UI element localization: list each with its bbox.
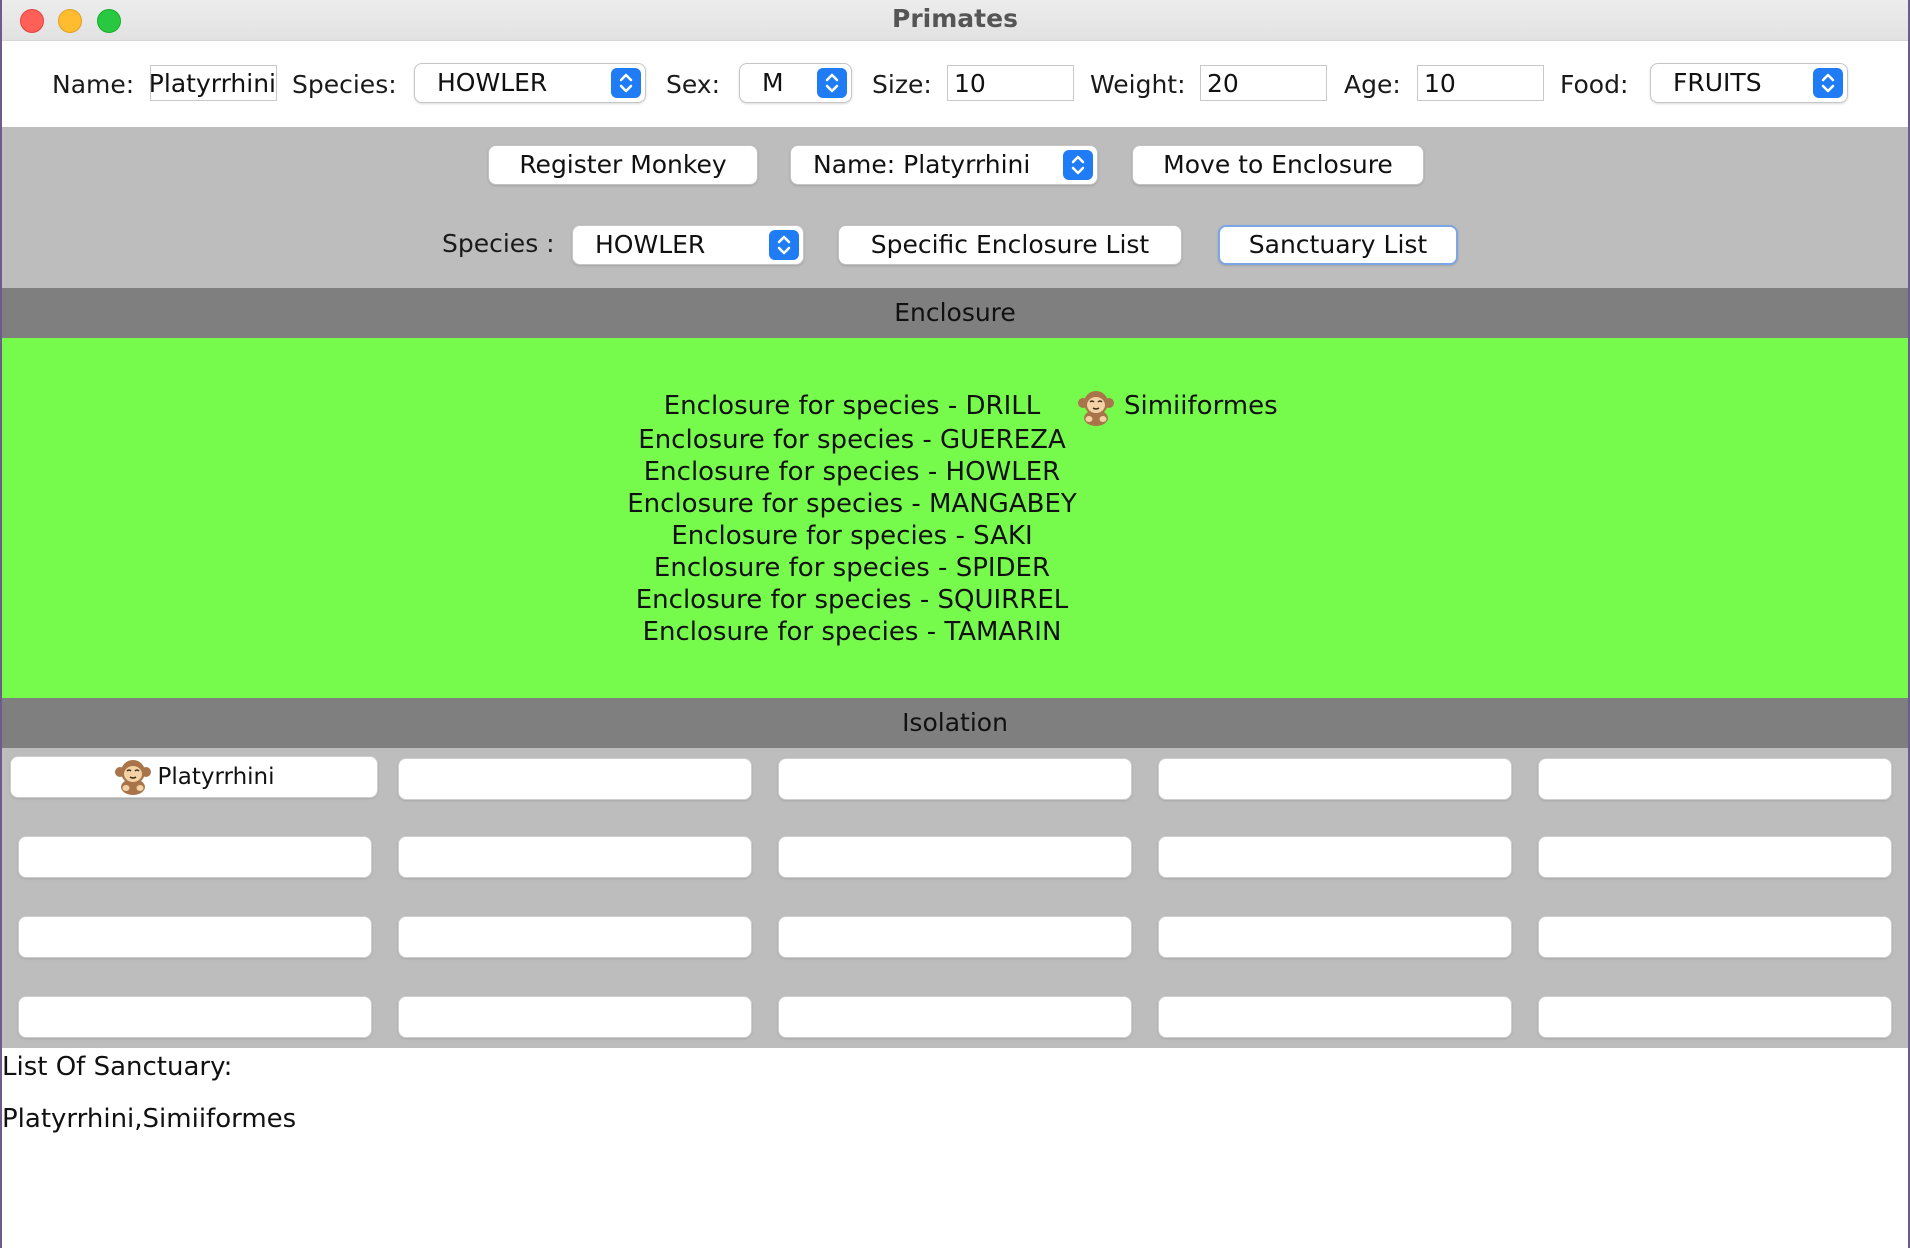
filter-species-label: Species : — [442, 229, 555, 258]
name-select[interactable]: Name: Platyrrhini — [790, 145, 1098, 185]
name-select-value: Name: Platyrrhini — [813, 150, 1031, 179]
monkey-icon — [1076, 387, 1116, 427]
action-panel: Register Monkey Name: Platyrrhini Move t… — [2, 127, 1908, 288]
age-label: Age: — [1344, 70, 1401, 99]
enclosure-item: Enclosure for species - SAKI — [671, 521, 1033, 551]
size-field[interactable]: 10 — [947, 65, 1074, 101]
sanctuary-output-title: List Of Sanctuary: — [2, 1052, 233, 1082]
app-window: Primates Name: Platyrrhini Species: HOWL… — [2, 0, 1908, 1248]
enclosure-monkey-name: Simiiformes — [1124, 391, 1278, 421]
species-select-value: HOWLER — [437, 68, 548, 97]
sanctuary-output[interactable]: List Of Sanctuary: Platyrrhini,Simiiform… — [2, 1048, 1908, 1248]
monkey-form: Name: Platyrrhini Species: HOWLER Sex: M… — [2, 41, 1908, 127]
isolation-slot[interactable] — [398, 836, 752, 878]
isolation-slot[interactable] — [1158, 758, 1512, 800]
chevron-updown-icon — [1813, 68, 1843, 98]
isolation-slot[interactable] — [18, 916, 372, 958]
age-field[interactable]: 10 — [1417, 65, 1544, 101]
isolation-slot[interactable] — [398, 996, 752, 1038]
sanctuary-output-text: Platyrrhini,Simiiformes — [2, 1104, 297, 1134]
isolation-slot[interactable] — [398, 916, 752, 958]
enclosure-panel: Enclosure for species - DRILL Enclosure … — [2, 338, 1908, 698]
enclosure-header: Enclosure — [2, 288, 1908, 338]
isolation-header: Isolation — [2, 698, 1908, 748]
food-label: Food: — [1560, 70, 1629, 99]
enclosure-item: Enclosure for species - MANGABEY — [627, 489, 1077, 519]
weight-label: Weight: — [1090, 70, 1186, 99]
sanctuary-list-button[interactable]: Sanctuary List — [1218, 225, 1458, 265]
species-label: Species: — [292, 70, 397, 99]
title-bar: Primates — [2, 0, 1908, 41]
isolation-slot[interactable] — [778, 916, 1132, 958]
sex-label: Sex: — [666, 70, 721, 99]
isolation-slot[interactable] — [778, 758, 1132, 800]
chevron-updown-icon — [817, 68, 847, 98]
chevron-updown-icon — [611, 68, 641, 98]
filter-species-select-value: HOWLER — [595, 230, 706, 259]
isolation-slot[interactable] — [1538, 836, 1892, 878]
isolation-slot[interactable] — [1538, 996, 1892, 1038]
isolation-slot[interactable]: Platyrrhini — [10, 756, 378, 798]
enclosure-item: Enclosure for species - GUEREZA — [638, 425, 1066, 455]
isolation-slot[interactable] — [778, 836, 1132, 878]
enclosure-item: Enclosure for species - SQUIRREL — [635, 585, 1069, 615]
enclosure-item: Enclosure for species - HOWLER — [643, 457, 1061, 487]
specific-enclosure-list-button[interactable]: Specific Enclosure List — [838, 225, 1182, 265]
isolation-slot[interactable] — [398, 758, 752, 800]
weight-field[interactable]: 20 — [1200, 65, 1327, 101]
move-to-enclosure-button[interactable]: Move to Enclosure — [1132, 145, 1424, 185]
isolation-slot[interactable] — [1538, 758, 1892, 800]
food-select[interactable]: FRUITS — [1650, 63, 1848, 103]
enclosure-monkey: Simiiformes — [1076, 386, 1278, 426]
sex-select[interactable]: M — [739, 63, 852, 103]
enclosure-list: Enclosure for species - DRILL Enclosure … — [602, 388, 1102, 648]
monkey-icon — [113, 756, 153, 796]
isolation-slot[interactable] — [18, 836, 372, 878]
isolation-slot[interactable] — [1158, 916, 1512, 958]
name-field[interactable]: Platyrrhini — [150, 65, 277, 101]
isolation-slot[interactable] — [778, 996, 1132, 1038]
isolation-occupant-name: Platyrrhini — [157, 764, 275, 790]
enclosure-item: Enclosure for species - SPIDER — [653, 553, 1051, 583]
isolation-slot[interactable] — [1158, 996, 1512, 1038]
food-select-value: FRUITS — [1673, 68, 1762, 97]
sex-select-value: M — [762, 68, 784, 97]
isolation-slot[interactable] — [18, 996, 372, 1038]
register-monkey-button[interactable]: Register Monkey — [488, 145, 758, 185]
chevron-updown-icon — [1063, 150, 1093, 180]
chevron-updown-icon — [769, 230, 799, 260]
size-label: Size: — [872, 70, 932, 99]
name-label: Name: — [52, 70, 135, 99]
isolation-slot[interactable] — [1538, 916, 1892, 958]
window-title: Primates — [892, 4, 1018, 33]
isolation-grid: Platyrrhini — [2, 748, 1908, 1048]
isolation-slot[interactable] — [1158, 836, 1512, 878]
enclosure-item: Enclosure for species - DRILL — [663, 391, 1041, 421]
species-select[interactable]: HOWLER — [414, 63, 646, 103]
enclosure-item: Enclosure for species - TAMARIN — [642, 617, 1062, 647]
filter-species-select[interactable]: HOWLER — [572, 225, 804, 265]
